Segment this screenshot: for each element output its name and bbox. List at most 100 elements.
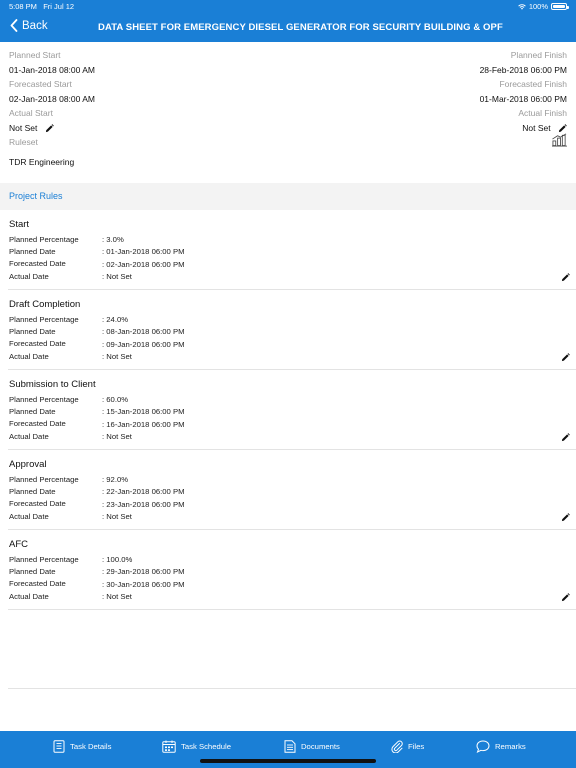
actual-date-label: Actual Date (9, 352, 49, 361)
edit-pencil-icon[interactable] (561, 509, 570, 522)
edit-pencil-icon[interactable] (561, 589, 570, 602)
status-time: 5:08 PM Fri Jul 12 (9, 2, 74, 11)
rule-item-afc: AFC Planned Percentage : 100.0% Planned … (8, 530, 576, 610)
planned-percentage-label: Planned Percentage (9, 555, 79, 564)
actual-date-label: Actual Date (9, 272, 49, 281)
edit-actual-finish-pencil-icon[interactable] (558, 123, 567, 133)
tab-task-details-label: Task Details (70, 741, 112, 751)
wifi-icon (518, 3, 526, 10)
schedule-info: Planned Start Planned Finish 01-Jan-2018… (0, 50, 576, 171)
tab-documents[interactable]: Documents (284, 739, 340, 753)
actual-date-value: : Not Set (102, 272, 132, 281)
forecasted-date-label: Forecasted Date (9, 419, 66, 428)
actual-date-value: : Not Set (102, 512, 132, 521)
planned-percentage-label: Planned Percentage (9, 315, 79, 324)
planned-percentage-label: Planned Percentage (9, 235, 79, 244)
info-row-planned-values: 01-Jan-2018 08:00 AM 28-Feb-2018 06:00 P… (0, 65, 576, 80)
actual-date-value: : Not Set (102, 592, 132, 601)
status-right: 100% (518, 2, 569, 11)
project-rules-title: Project Rules (9, 191, 63, 201)
planned-finish-value: 28-Feb-2018 06:00 PM (479, 64, 567, 75)
rule-item-approval: Approval Planned Percentage : 92.0% Plan… (8, 450, 576, 530)
actual-start-label: Actual Start (9, 108, 53, 118)
ruleset-label: Ruleset (9, 137, 38, 147)
planned-date-value: : 08-Jan-2018 06:00 PM (102, 327, 185, 336)
planned-start-value: 01-Jan-2018 08:00 AM (9, 64, 96, 75)
battery-icon (551, 3, 569, 10)
status-time-text: 5:08 PM (9, 2, 37, 11)
planned-date-label: Planned Date (9, 327, 56, 336)
rule-title: Approval (9, 459, 47, 470)
actual-date-value: : Not Set (102, 352, 132, 361)
edit-pencil-icon[interactable] (561, 269, 570, 282)
tab-files-label: Files (408, 741, 425, 751)
rule-item-submission-to-client: Submission to Client Planned Percentage … (8, 370, 576, 450)
planned-date-label: Planned Date (9, 487, 56, 496)
planned-percentage-value: : 92.0% (102, 475, 129, 484)
battery-percent: 100% (528, 2, 548, 11)
list-divider (8, 688, 576, 689)
forecasted-date-label: Forecasted Date (9, 579, 66, 588)
planned-date-label: Planned Date (9, 247, 56, 256)
ruleset-value: TDR Engineering (9, 156, 75, 167)
rule-item-start: Start Planned Percentage : 3.0% Planned … (8, 210, 576, 290)
planned-percentage-label: Planned Percentage (9, 395, 79, 404)
planned-start-label: Planned Start (9, 50, 61, 60)
forecasted-start-value: 02-Jan-2018 08:00 AM (9, 93, 96, 104)
forecasted-finish-label: Forecasted Finish (499, 79, 567, 89)
tab-files[interactable]: Files (391, 739, 424, 753)
tab-remarks[interactable]: Remarks (476, 739, 526, 753)
forecasted-finish-value: 01-Mar-2018 06:00 PM (479, 93, 567, 104)
actual-date-label: Actual Date (9, 512, 49, 521)
planned-date-label: Planned Date (9, 567, 56, 576)
paperclip-icon (391, 740, 403, 753)
actual-start-value: Not Set (9, 122, 38, 133)
ruleset-chart-icon[interactable] (552, 133, 567, 147)
rule-title: Draft Completion (9, 299, 81, 310)
planned-percentage-value: : 60.0% (102, 395, 129, 404)
back-label: Back (22, 19, 48, 32)
chat-bubble-icon (476, 739, 490, 753)
info-row-actual-values: Not Set Not Set (0, 123, 576, 138)
home-indicator (200, 759, 376, 763)
tab-task-schedule[interactable]: Task Schedule (162, 739, 231, 753)
forecasted-start-label: Forecasted Start (9, 79, 72, 89)
rule-item-draft-completion: Draft Completion Planned Percentage : 24… (8, 290, 576, 370)
actual-date-label: Actual Date (9, 592, 49, 601)
status-bar: 5:08 PM Fri Jul 12 100% (0, 0, 576, 13)
tab-documents-label: Documents (301, 741, 340, 751)
planned-percentage-label: Planned Percentage (9, 475, 79, 484)
forecasted-date-label: Forecasted Date (9, 499, 66, 508)
back-button[interactable]: Back (10, 19, 48, 32)
documents-icon (284, 739, 296, 753)
actual-start-field: Not Set (9, 123, 54, 133)
edit-pencil-icon[interactable] (561, 349, 570, 362)
forecasted-date-label: Forecasted Date (9, 259, 66, 268)
forecasted-date-label: Forecasted Date (9, 339, 66, 348)
forecasted-date-value: : 16-Jan-2018 06:00 PM (102, 420, 185, 429)
project-rules-list: Start Planned Percentage : 3.0% Planned … (8, 210, 576, 610)
tab-remarks-label: Remarks (495, 741, 526, 751)
planned-percentage-value: : 3.0% (102, 235, 124, 244)
planned-date-label: Planned Date (9, 407, 56, 416)
page-title: DATA SHEET FOR EMERGENCY DIESEL GENERATO… (98, 22, 503, 33)
planned-date-value: : 01-Jan-2018 06:00 PM (102, 247, 185, 256)
chevron-left-icon (10, 19, 18, 32)
planned-date-value: : 15-Jan-2018 06:00 PM (102, 407, 185, 416)
rule-title: Start (9, 219, 30, 230)
edit-pencil-icon[interactable] (561, 429, 570, 442)
rule-title: AFC (9, 539, 28, 550)
task-details-icon (53, 739, 65, 753)
status-date: Fri Jul 12 (43, 2, 75, 11)
planned-date-value: : 29-Jan-2018 06:00 PM (102, 567, 185, 576)
tab-task-details[interactable]: Task Details (53, 739, 111, 753)
forecasted-date-value: : 02-Jan-2018 06:00 PM (102, 260, 185, 269)
project-rules-header: Project Rules (0, 183, 576, 210)
edit-actual-start-pencil-icon[interactable] (45, 123, 54, 133)
calendar-icon (162, 740, 176, 753)
forecasted-date-value: : 23-Jan-2018 06:00 PM (102, 500, 185, 509)
info-row-forecasted-labels: Forecasted Start Forecasted Finish (0, 79, 576, 94)
info-row-actual-labels: Actual Start Actual Finish (0, 108, 576, 123)
info-row-ruleset-value: TDR Engineering (0, 157, 576, 172)
navigation-bar: Back DATA SHEET FOR EMERGENCY DIESEL GEN… (0, 13, 576, 42)
